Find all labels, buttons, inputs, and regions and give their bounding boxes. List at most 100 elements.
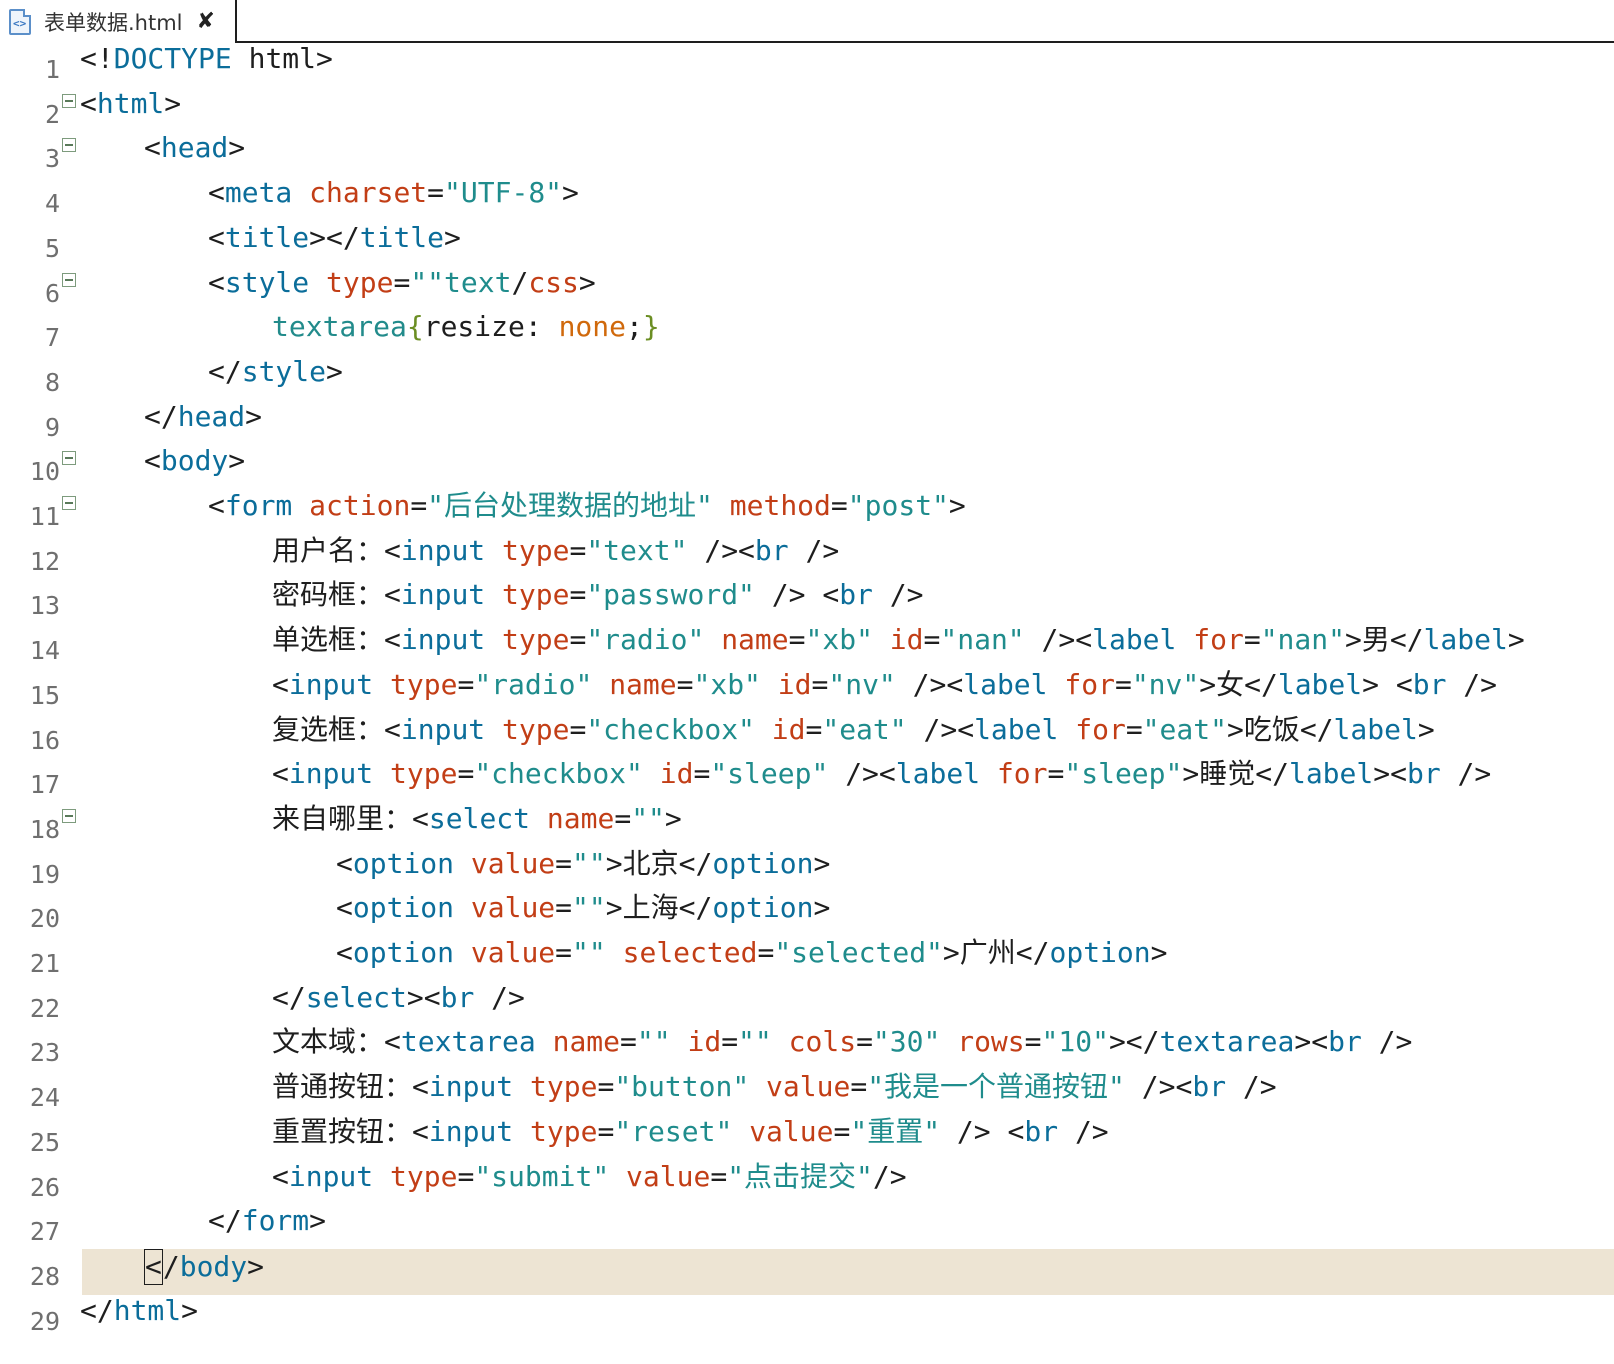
code-token: = — [1024, 1025, 1042, 1059]
code-token: value — [626, 1159, 711, 1193]
code-line[interactable]: 13 密码框：<input type="password" /> <br /> — [0, 578, 1614, 624]
code-line[interactable]: 4 <meta charset="UTF-8"> — [0, 176, 1614, 222]
code-token: = — [856, 1025, 873, 1059]
code-token: charset — [309, 176, 428, 210]
code-token: br — [1412, 667, 1447, 701]
code-token: type — [502, 712, 570, 746]
html-file-icon: <> — [9, 8, 31, 35]
code-line[interactable]: 17 <input type="checkbox" id="sleep" /><l… — [0, 757, 1614, 803]
code-token: = — [1114, 667, 1132, 701]
code-line[interactable]: 11 <form action="后台处理数据的地址" method="post"… — [0, 489, 1614, 535]
code-line[interactable]: 29 </html> — [0, 1294, 1614, 1340]
code-line[interactable]: 14 单选框：<input type="radio" name="xb" id="… — [0, 623, 1614, 669]
code-token: "selected" — [774, 936, 943, 969]
tab-file[interactable]: <> 表单数据.html ✘ — [0, 0, 237, 43]
code-token: for — [996, 757, 1048, 791]
code-line[interactable]: 7 textarea{resize: none;} — [0, 310, 1614, 356]
fold-collapse-icon[interactable] — [62, 93, 76, 108]
code-token: = — [721, 1025, 739, 1059]
code-line[interactable]: 18 来自哪里：<select name=""> — [0, 802, 1614, 848]
line-number: 1 — [44, 55, 60, 84]
code-token: option — [352, 846, 455, 880]
line-number: 16 — [29, 725, 60, 755]
code-token: selected — [622, 936, 758, 969]
line-number: 18 — [29, 814, 60, 844]
close-icon[interactable]: ✘ — [197, 10, 215, 33]
code-token: css — [528, 265, 579, 299]
code-line[interactable]: 16 复选框：<input type="checkbox" id="eat" />… — [0, 713, 1614, 759]
code-token: type — [530, 1070, 598, 1104]
code-token: 复选框： — [272, 712, 385, 746]
code-line[interactable]: 1 <!DOCTYPE html> — [0, 42, 1614, 88]
code-token: label — [1423, 623, 1508, 657]
code-line[interactable]: 9 </head> — [0, 400, 1614, 446]
code-token: = — [457, 667, 475, 701]
code-line[interactable]: 19 <option value="">北京</option> — [0, 847, 1614, 893]
line-number: 20 — [29, 904, 60, 934]
code-line[interactable]: 8 </style> — [0, 355, 1614, 401]
code-line[interactable]: 6 <style type=""text/css> — [0, 266, 1614, 312]
code-line[interactable]: 12 用户名：<input type="text" /><br /> — [0, 534, 1614, 580]
code-token: />< — [687, 533, 755, 567]
fold-collapse-icon[interactable] — [62, 808, 76, 823]
code-token: /> < — [754, 578, 840, 612]
code-token: < — [144, 444, 161, 478]
code-line[interactable]: 22 </select><br /> — [0, 981, 1614, 1027]
code-token: br — [754, 533, 789, 567]
code-text: <!DOCTYPE html> — [80, 42, 333, 76]
code-token: br — [1192, 1070, 1227, 1104]
fold-collapse-icon[interactable] — [62, 138, 76, 153]
code-line[interactable]: 25 重置按钮：<input type="reset" value="重置" />… — [0, 1115, 1614, 1161]
code-token: id — [687, 1025, 722, 1059]
code-token: option — [352, 891, 455, 925]
line-number: 6 — [44, 278, 60, 308]
code-token: 文本域： — [272, 1025, 385, 1059]
code-line[interactable]: 24 普通按钮：<input type="button" value="我是一个普… — [0, 1070, 1614, 1116]
code-area[interactable]: 1 <!DOCTYPE html> 2 <html> 3 <head> 4 <meta cha… — [0, 42, 1614, 1364]
fold-collapse-icon[interactable] — [62, 272, 76, 287]
code-token: = — [788, 623, 806, 657]
code-token: > < — [1362, 667, 1413, 701]
fold-collapse-icon[interactable] — [62, 496, 76, 510]
code-token: "radio" — [474, 667, 593, 701]
code-line[interactable]: 2 <html> — [0, 87, 1614, 133]
code-token: "" — [738, 1025, 772, 1059]
code-line[interactable]: 3 <head> — [0, 131, 1614, 177]
code-token: "后台处理数据的地址" — [427, 489, 713, 522]
code-token: type — [326, 265, 394, 299]
code-token: = — [710, 1159, 728, 1193]
code-text: </body> — [144, 1248, 264, 1285]
code-line[interactable]: 26 <input type="submit" value="点击提交"/> — [0, 1160, 1614, 1206]
code-text: <option value="" selected="selected">广州<… — [336, 936, 1168, 970]
code-token: input — [400, 623, 486, 657]
code-token: >北京</ — [605, 846, 713, 880]
code-token: body — [160, 444, 229, 478]
code-token: < — [384, 578, 401, 612]
line-number: 26 — [29, 1172, 60, 1202]
code-token: form — [241, 1204, 310, 1238]
code-token: type — [502, 533, 570, 567]
code-line[interactable]: 28 </body> — [0, 1248, 1614, 1295]
code-token: = — [457, 1159, 475, 1193]
code-line[interactable]: 23 文本域：<textarea name="" id="" cols="30" … — [0, 1025, 1614, 1071]
code-token: < — [336, 936, 353, 969]
code-line[interactable]: 5 <title></title> — [0, 221, 1614, 267]
fold-collapse-icon[interactable] — [62, 451, 76, 466]
code-token: type — [530, 1114, 598, 1148]
code-token: "UTF-8" — [444, 176, 563, 210]
code-line[interactable]: 15 <input type="radio" name="xb" id="nv" … — [0, 668, 1614, 714]
code-line[interactable]: 21 <option value="" selected="selected">广… — [0, 936, 1614, 982]
code-line[interactable]: 20 <option value="">上海</option> — [0, 891, 1614, 937]
code-line[interactable]: 10 <body> — [0, 444, 1614, 490]
code-token: = — [597, 1070, 615, 1104]
current-line-highlight — [82, 1248, 1614, 1295]
line-number: 11 — [29, 502, 60, 531]
code-token: name — [609, 667, 677, 701]
code-token: /> — [872, 578, 924, 612]
code-token: 单选框： — [272, 623, 385, 657]
code-line[interactable]: 27 </form> — [0, 1204, 1614, 1250]
line-number: 2 — [44, 99, 60, 129]
